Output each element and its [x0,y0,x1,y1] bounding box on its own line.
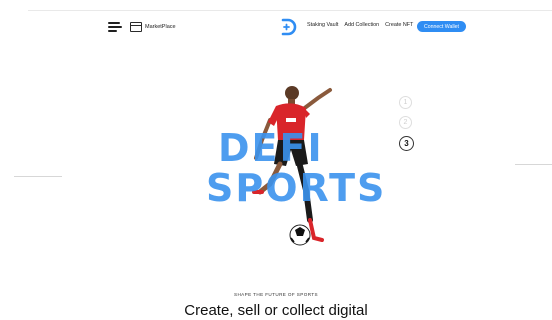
logo-icon[interactable] [279,18,297,36]
top-divider [28,10,552,11]
hero-headline: Create, sell or collect digital [184,302,368,319]
pager-dot-1[interactable]: 1 [399,96,412,109]
pager-dot-2[interactable]: 2 [399,116,412,129]
nav-link-staking-vault[interactable]: Staking Vault [307,22,338,28]
hamburger-menu-icon[interactable] [108,22,122,32]
connect-wallet-button[interactable]: Connect Wallet [417,21,466,32]
left-divider [14,176,62,177]
tagline: SHAPE THE FUTURE OF SPORTS [234,292,318,297]
top-nav: MarketPlace Staking Vault Add Collection… [0,18,552,36]
nav-link-add-collection[interactable]: Add Collection [344,22,379,28]
marketplace-link[interactable]: MarketPlace [130,20,176,34]
store-icon [130,22,142,32]
nav-link-create-nft[interactable]: Create NFT [385,22,413,28]
soccer-player-image [252,86,332,246]
pager-dot-3-active[interactable]: 3 [399,136,414,151]
nav-links: Staking Vault Add Collection Create NFT [307,22,413,28]
marketplace-label: MarketPlace [145,24,176,30]
right-divider [515,164,552,165]
